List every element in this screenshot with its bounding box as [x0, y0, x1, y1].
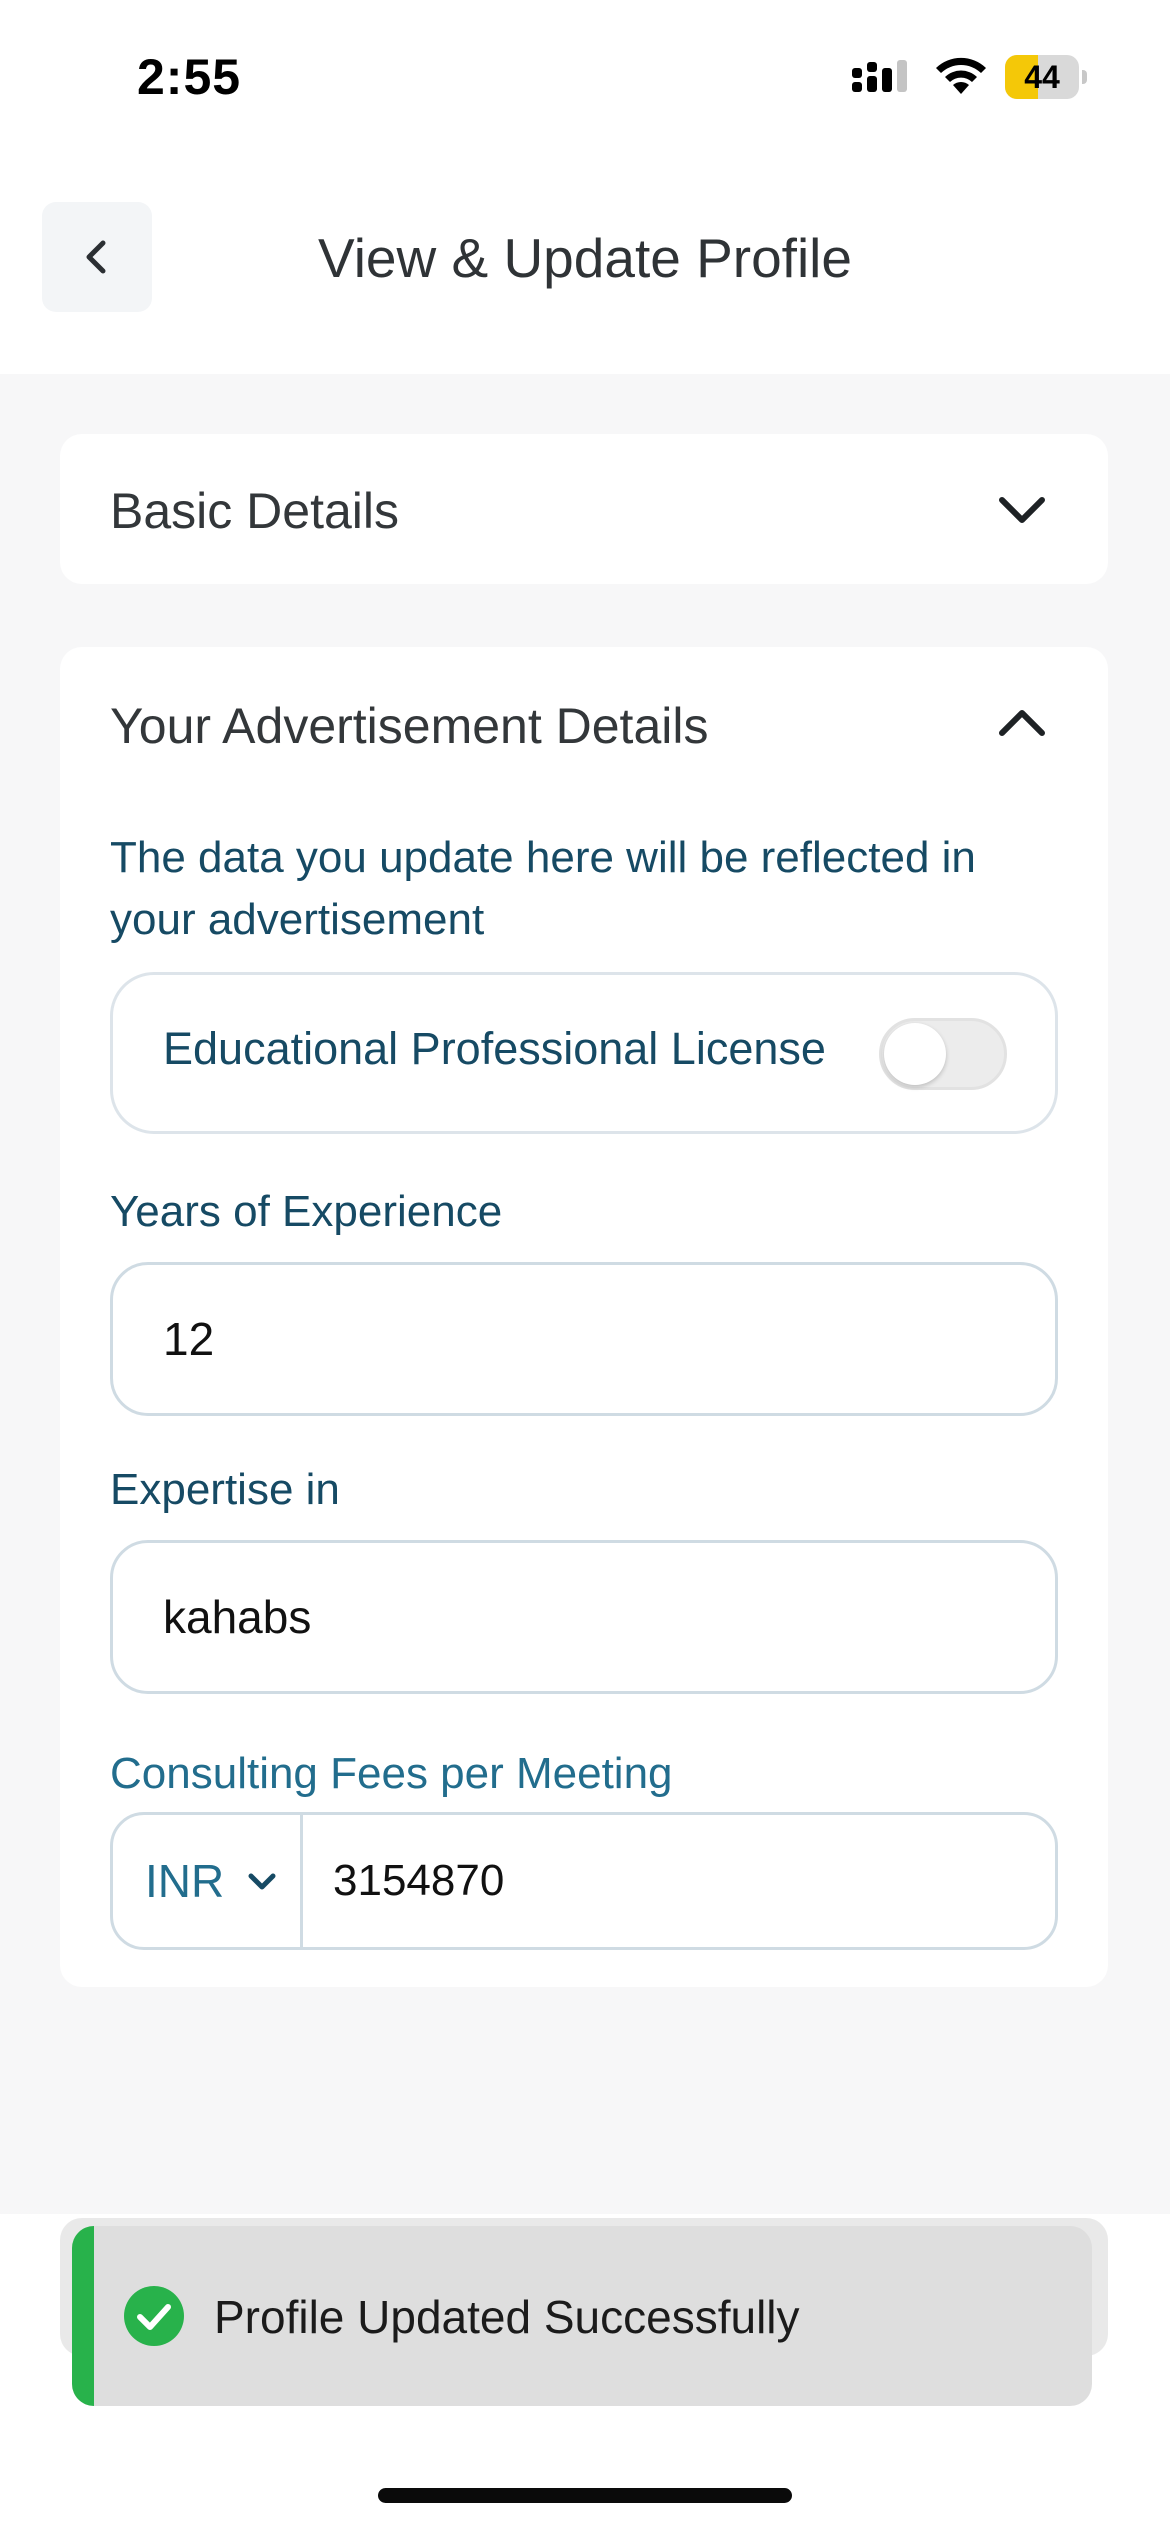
basic-details-title: Basic Details: [110, 483, 399, 539]
chevron-down-icon[interactable]: [996, 484, 1048, 536]
wifi-icon: [936, 57, 986, 94]
profile-content: Basic Details Your Advertisement Details…: [0, 374, 1170, 2214]
success-toast[interactable]: Profile Updated Successfully: [72, 2226, 1092, 2406]
experience-input[interactable]: 12: [110, 1262, 1058, 1416]
home-indicator: [378, 2488, 792, 2503]
battery-level: 44: [1024, 59, 1060, 95]
basic-details-section[interactable]: Basic Details: [60, 434, 1108, 584]
fees-label: Consulting Fees per Meeting: [110, 1749, 673, 1798]
toggle-knob: [884, 1023, 946, 1085]
status-time: 2:55: [137, 49, 242, 105]
fees-field: INR 3154870: [110, 1812, 1058, 1950]
expertise-input[interactable]: kahabs: [110, 1540, 1058, 1694]
license-toggle-label: Educational Professional License: [163, 1023, 826, 1074]
page-title: View & Update Profile: [318, 227, 852, 289]
currency-value: INR: [145, 1855, 225, 1907]
app-header: View & Update Profile: [0, 150, 1170, 374]
expertise-label: Expertise in: [110, 1465, 340, 1514]
chevron-up-icon[interactable]: [996, 697, 1048, 749]
chevron-down-icon: [248, 1873, 276, 1890]
currency-select[interactable]: INR: [113, 1815, 303, 1947]
toast-accent-bar: [72, 2226, 94, 2406]
experience-label: Years of Experience: [110, 1187, 503, 1236]
toast-message: Profile Updated Successfully: [214, 2291, 800, 2343]
advertisement-details-title[interactable]: Your Advertisement Details: [110, 697, 708, 755]
advertisement-info-text: The data you update here will be reflect…: [110, 833, 976, 944]
status-bar: 2:55 44: [0, 0, 1170, 150]
battery-icon: 44: [1005, 55, 1087, 99]
fees-input[interactable]: 3154870: [333, 1815, 504, 1947]
license-toggle[interactable]: [879, 1018, 1007, 1090]
advertisement-details-section: Your Advertisement Details The data you …: [60, 647, 1108, 1987]
license-toggle-row: Educational Professional License: [110, 972, 1058, 1134]
cellular-signal-icon: [852, 60, 907, 92]
check-circle-icon: [124, 2286, 184, 2346]
